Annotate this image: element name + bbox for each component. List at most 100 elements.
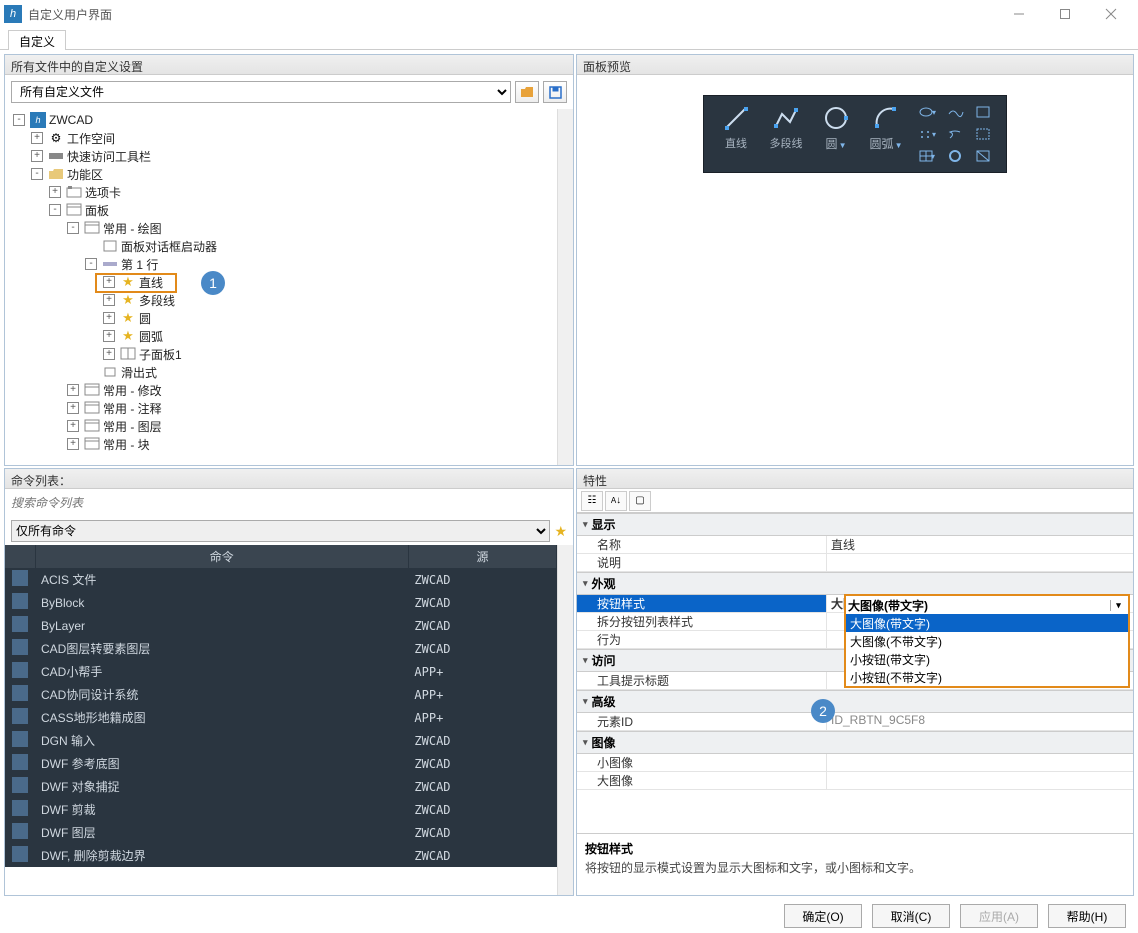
tree-node[interactable]: +子面板1 (9, 345, 553, 363)
expander-icon[interactable]: + (67, 402, 79, 414)
save-file-button[interactable] (543, 81, 567, 103)
tree-node[interactable]: +常用 - 块 (9, 435, 553, 453)
expander-icon[interactable]: + (67, 438, 79, 450)
categorized-view-button[interactable]: ☷ (581, 491, 603, 511)
property-row[interactable]: 大图像 (577, 772, 1133, 790)
property-value[interactable] (827, 754, 1133, 771)
ribbon-button-arc[interactable]: 圆弧 ▼ (864, 102, 908, 166)
expander-icon[interactable]: + (31, 132, 43, 144)
tree-node[interactable]: +★圆 (9, 309, 553, 327)
table-row[interactable]: ByLayerZWCAD (5, 614, 557, 637)
sort-az-button[interactable]: A↓ (605, 491, 627, 511)
tree-node[interactable]: -常用 - 绘图 (9, 219, 553, 237)
property-category[interactable]: ▾显示 (577, 513, 1133, 536)
property-row[interactable]: 说明 (577, 554, 1133, 572)
maximize-button[interactable] (1042, 0, 1088, 28)
commands-table[interactable]: 命令 源 ACIS 文件ZWCADByBlockZWCADByLayerZWCA… (5, 545, 557, 867)
property-value[interactable]: ID_RBTN_9C5F8 (827, 713, 1133, 730)
tree-node[interactable]: +★直线 (9, 273, 553, 291)
table-row[interactable]: CAD小帮手APP+ (5, 660, 557, 683)
chevron-down-icon[interactable]: ▾ (1110, 600, 1126, 611)
table-row[interactable]: ACIS 文件ZWCAD (5, 568, 557, 591)
property-value[interactable]: 直线 (827, 536, 1133, 553)
help-button[interactable]: 帮助(H) (1048, 904, 1126, 928)
expander-icon[interactable]: + (67, 384, 79, 396)
cancel-button[interactable]: 取消(C) (872, 904, 950, 928)
minimize-button[interactable] (996, 0, 1042, 28)
table-row[interactable]: CAD协同设计系统APP+ (5, 683, 557, 706)
dropdown-option[interactable]: 小按钮(带文字) (846, 650, 1128, 668)
expander-icon[interactable]: + (103, 312, 115, 324)
table-row[interactable]: CAD图层转要素图层ZWCAD (5, 637, 557, 660)
table-row[interactable]: DWF 图层ZWCAD (5, 821, 557, 844)
expander-icon[interactable]: - (85, 258, 97, 270)
expander-icon[interactable]: + (49, 186, 61, 198)
expander-icon[interactable]: + (31, 150, 43, 162)
tree-node[interactable]: +常用 - 修改 (9, 381, 553, 399)
tree-node[interactable]: +★圆弧 (9, 327, 553, 345)
customize-tree[interactable]: -hZWCAD+⚙工作空间+快速访问工具栏-功能区+选项卡-面板-常用 - 绘图… (5, 109, 557, 465)
table-row[interactable]: ByBlockZWCAD (5, 591, 557, 614)
property-category[interactable]: ▾图像 (577, 731, 1133, 754)
expander-icon[interactable]: - (67, 222, 79, 234)
commands-scrollbar[interactable] (557, 545, 573, 895)
col-source[interactable]: 源 (408, 545, 556, 568)
tree-node[interactable]: 滑出式 (9, 363, 553, 381)
tree-node[interactable]: +常用 - 注释 (9, 399, 553, 417)
ribbon-small-wipeout[interactable] (973, 147, 993, 165)
tree-node[interactable]: +快速访问工具栏 (9, 147, 553, 165)
tree-node[interactable]: +★多段线 (9, 291, 553, 309)
tree-node[interactable]: -第 1 行 (9, 255, 553, 273)
table-row[interactable]: DWF 剪裁ZWCAD (5, 798, 557, 821)
star-icon[interactable]: ★ (554, 523, 567, 540)
ribbon-button-line[interactable]: 直线 (714, 102, 758, 166)
expander-icon[interactable]: + (103, 294, 115, 306)
ribbon-small-hatch[interactable]: ▾ (917, 147, 937, 165)
tree-node[interactable]: -hZWCAD (9, 111, 553, 129)
expander-icon[interactable]: + (103, 330, 115, 342)
expander-icon[interactable]: - (31, 168, 43, 180)
ribbon-small-spline[interactable] (945, 103, 965, 121)
table-row[interactable]: DWF 参考底图ZWCAD (5, 752, 557, 775)
properties-grid[interactable]: ▾显示名称直线说明▾外观按钮样式大图像(带文字)拆分按钮列表样式行为▾访问工具提… (577, 513, 1133, 833)
tree-node[interactable]: +⚙工作空间 (9, 129, 553, 147)
dropdown-option[interactable]: 小按钮(不带文字) (846, 668, 1128, 686)
property-category[interactable]: ▾外观 (577, 572, 1133, 595)
tree-node[interactable]: -功能区 (9, 165, 553, 183)
ribbon-small-points[interactable]: ▾ (917, 125, 937, 143)
property-value[interactable] (827, 772, 1133, 789)
ribbon-small-donut[interactable] (945, 147, 965, 165)
ribbon-small-rect[interactable] (973, 103, 993, 121)
expander-icon[interactable]: - (13, 114, 25, 126)
property-row[interactable]: 名称直线 (577, 536, 1133, 554)
property-category[interactable]: ▾高级 (577, 690, 1133, 713)
property-row[interactable]: 元素IDID_RBTN_9C5F8 (577, 713, 1133, 731)
button-style-dropdown[interactable]: 大图像(带文字) ▾ 大图像(带文字)大图像(不带文字)小按钮(带文字)小按钮(… (844, 594, 1130, 688)
ribbon-small-ellipse[interactable]: ▾ (917, 103, 937, 121)
tree-scrollbar[interactable] (557, 109, 573, 465)
tree-node[interactable]: 面板对话框启动器 (9, 237, 553, 255)
tree-node[interactable]: -面板 (9, 201, 553, 219)
ribbon-small-helix[interactable] (945, 125, 965, 143)
ribbon-button-circle[interactable]: 圆 ▼ (814, 102, 858, 166)
table-row[interactable]: DWF, 删除剪裁边界ZWCAD (5, 844, 557, 867)
apply-button[interactable]: 应用(A) (960, 904, 1038, 928)
expander-icon[interactable]: + (67, 420, 79, 432)
table-row[interactable]: DWF 对象捕捉ZWCAD (5, 775, 557, 798)
tree-node[interactable]: +常用 - 图层 (9, 417, 553, 435)
dropdown-option[interactable]: 大图像(带文字) (846, 614, 1128, 632)
command-search-input[interactable] (11, 493, 567, 513)
property-value[interactable] (827, 554, 1133, 571)
table-row[interactable]: DGN 输入ZWCAD (5, 729, 557, 752)
customize-file-select[interactable]: 所有自定义文件 (11, 81, 511, 103)
props-pages-button[interactable]: ▢ (629, 491, 651, 511)
ok-button[interactable]: 确定(O) (784, 904, 862, 928)
command-filter-select[interactable]: 仅所有命令 (11, 520, 550, 542)
ribbon-button-polyline[interactable]: 多段线 (764, 102, 808, 166)
tree-node[interactable]: +选项卡 (9, 183, 553, 201)
ribbon-small-region[interactable] (973, 125, 993, 143)
dropdown-option[interactable]: 大图像(不带文字) (846, 632, 1128, 650)
table-row[interactable]: CASS地形地籍成图APP+ (5, 706, 557, 729)
open-file-button[interactable] (515, 81, 539, 103)
expander-icon[interactable]: - (49, 204, 61, 216)
